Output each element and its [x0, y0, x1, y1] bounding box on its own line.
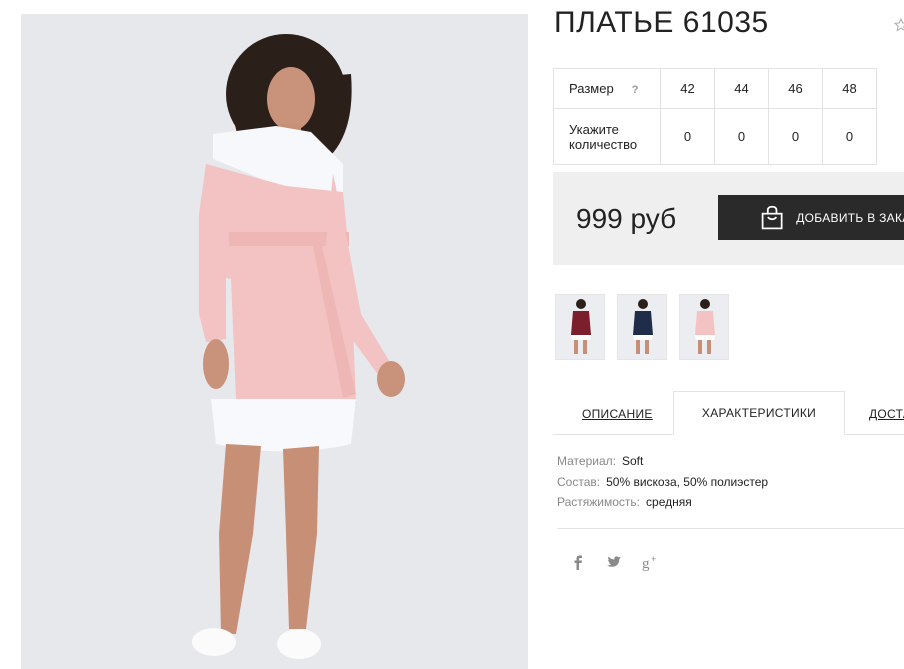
shopping-bag-icon	[761, 205, 783, 229]
spec-value: 50% вискоза, 50% полиэстер	[606, 474, 769, 489]
divider	[557, 528, 904, 529]
quantity-input[interactable]: 0	[822, 108, 877, 165]
characteristics-list: Материал: Soft Состав: 50% вискоза, 50% по…	[557, 454, 768, 516]
quantity-input[interactable]: 0	[660, 108, 715, 165]
star-icon[interactable]	[894, 18, 904, 32]
thumbnail-image	[571, 299, 591, 354]
tab-delivery[interactable]: ДОСТАВКА	[869, 407, 904, 421]
spec-value: Soft	[621, 454, 644, 468]
spec-value: средняя	[646, 495, 692, 509]
product-main-photo[interactable]	[21, 14, 528, 669]
twitter-icon[interactable]	[605, 553, 623, 571]
svg-text:+: +	[651, 554, 656, 564]
size-label-cell: Размер?	[553, 68, 661, 109]
color-thumbnail-navy[interactable]	[617, 294, 667, 360]
add-to-order-button[interactable]: ДОБАВИТЬ В ЗАКАЗ	[718, 195, 904, 240]
spec-key: Растяжимость:	[557, 495, 641, 509]
quantity-input[interactable]: 0	[768, 108, 823, 165]
size-row: Размер? 42 44 46 48	[553, 68, 877, 109]
tab-description[interactable]: ОПИСАНИЕ	[582, 407, 653, 421]
quantity-row: Укажите количество 0 0 0 0	[553, 108, 877, 165]
quantity-label-line2: количество	[569, 136, 638, 152]
thumbnail-image	[633, 299, 653, 354]
spec-row: Материал: Soft	[557, 454, 768, 475]
thumbnail-image	[695, 299, 715, 354]
quantity-label-cell: Укажите количество	[553, 108, 661, 165]
size-option: 46	[768, 68, 823, 109]
size-table: Размер? 42 44 46 48 Укажите количество 0…	[553, 68, 877, 165]
add-to-order-label: ДОБАВИТЬ В ЗАКАЗ	[796, 210, 904, 225]
quantity-label-line1: Укажите	[569, 121, 619, 137]
spec-row: Состав: 50% вискоза, 50% полиэстер	[557, 475, 768, 496]
price: 999 руб	[576, 203, 677, 234]
size-option: 42	[660, 68, 715, 109]
spec-key: Состав:	[557, 474, 601, 489]
spec-row: Растяжимость: средняя	[557, 495, 768, 516]
size-option: 44	[714, 68, 769, 109]
product-title: ПЛАТЬЕ 61035	[554, 6, 769, 39]
price-box: 999 руб ДОБАВИТЬ В ЗАКАЗ	[553, 172, 904, 265]
google-plus-icon[interactable]: g +	[642, 553, 660, 571]
svg-text:g: g	[642, 556, 650, 571]
size-option: 48	[822, 68, 877, 109]
model-illustration	[192, 34, 405, 659]
facebook-icon[interactable]	[569, 553, 587, 571]
size-label: Размер	[569, 81, 614, 96]
color-thumbnail-burgundy[interactable]	[555, 294, 605, 360]
tab-characteristics[interactable]: ХАРАКТЕРИСТИКИ	[673, 391, 845, 435]
quantity-input[interactable]: 0	[714, 108, 769, 165]
color-thumbnail-pink[interactable]	[679, 294, 729, 360]
help-icon[interactable]: ?	[632, 84, 639, 96]
spec-key: Материал:	[557, 454, 616, 468]
